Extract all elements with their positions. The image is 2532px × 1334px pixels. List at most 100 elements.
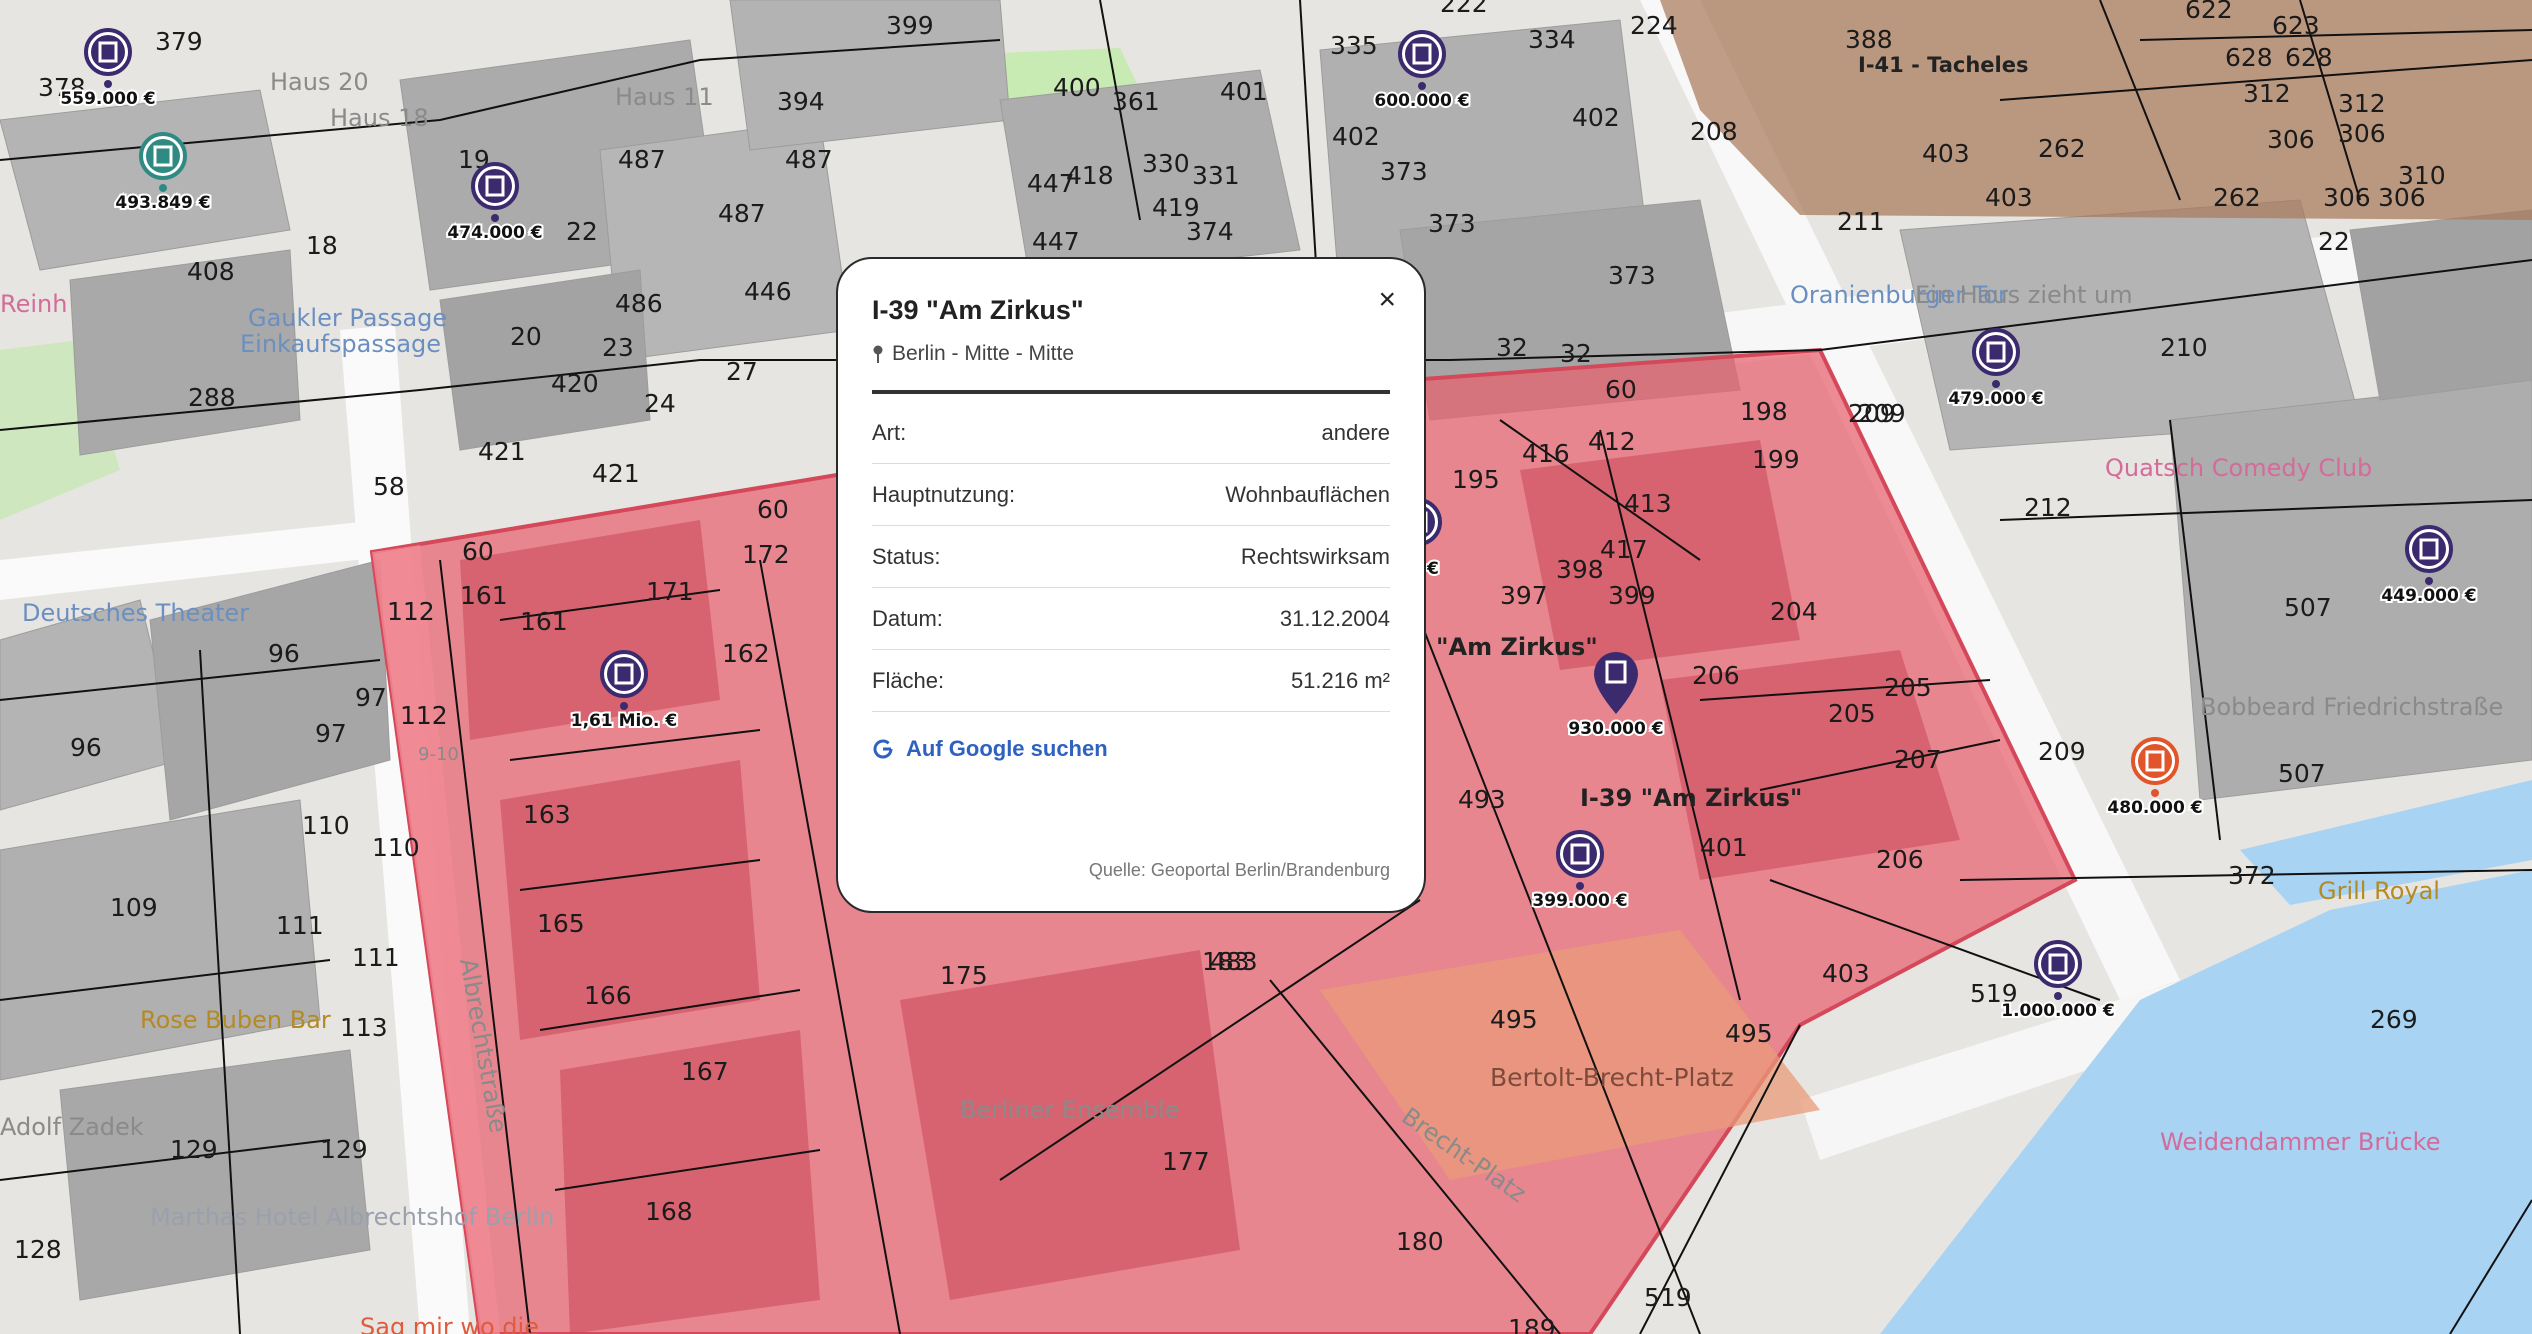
parcel-number: 361 — [1112, 87, 1160, 116]
parcel-number: 372 — [2228, 861, 2276, 890]
row-label: Fläche: — [872, 667, 945, 693]
parcel-number: 623 — [2272, 11, 2320, 40]
price-label: 559.000 € — [60, 89, 155, 109]
parcel-number: 205 — [1884, 673, 1932, 702]
parcel-number: 20 — [510, 322, 542, 351]
parcel-number: 171 — [646, 577, 694, 606]
parcel-number: 398 — [1556, 555, 1604, 584]
row-label: Art: — [872, 419, 907, 445]
poi-label: Deutsches Theater — [22, 599, 249, 627]
price-label: 600.000 € — [1374, 91, 1469, 111]
parcel-number: 420 — [551, 369, 599, 398]
parcel-number: 129 — [320, 1135, 368, 1164]
parcel-number: 23 — [602, 333, 634, 362]
poi-label: Grill Royal — [2318, 877, 2440, 905]
poi-label: Reinh — [0, 290, 67, 318]
info-popup: × I-39 "Am Zirkus" Berlin - Mitte - Mitt… — [836, 257, 1426, 913]
parcel-number: 330 — [1142, 149, 1190, 178]
google-search-link[interactable]: Auf Google suchen — [872, 736, 1390, 762]
popup-row-hauptnutzung: Hauptnutzung: Wohnbauflächen — [872, 464, 1390, 526]
parcel-number: 401 — [1220, 77, 1268, 106]
popup-row-status: Status: Rechtswirksam — [872, 526, 1390, 588]
parcel-number: 402 — [1572, 103, 1620, 132]
parcel-number: 403 — [1985, 183, 2033, 212]
row-value: Rechtswirksam — [1240, 543, 1390, 569]
parcel-number: 167 — [681, 1057, 729, 1086]
parcel-number: 421 — [592, 459, 640, 488]
parcel-number: 487 — [785, 145, 833, 174]
parcel-number: 416 — [1522, 439, 1570, 468]
parcel-number: 373 — [1428, 209, 1476, 238]
parcel-number: 379 — [155, 27, 203, 56]
parcel-number: 172 — [742, 540, 790, 569]
popup-location-text: Berlin - Mitte - Mitte — [892, 342, 1075, 365]
parcel-number: 111 — [276, 911, 324, 940]
street-label: Haus 18 — [330, 104, 429, 132]
parcel-number: 24 — [644, 389, 676, 418]
parcel-number: 224 — [1630, 11, 1678, 40]
google-search-label: Auf Google suchen — [906, 736, 1108, 761]
parcel-number: 262 — [2213, 183, 2261, 212]
popup-row-flaeche: Fläche: 51.216 m² — [872, 650, 1390, 712]
parcel-number: 312 — [2243, 79, 2291, 108]
parcel-number: 519 — [1644, 1283, 1692, 1312]
poi-label: Quatsch Comedy Club — [2105, 454, 2372, 482]
price-label: 493.849 € — [115, 193, 210, 213]
parcel-number: 206 — [1876, 845, 1924, 874]
parcel-number: 60 — [462, 537, 494, 566]
parcel-number: 22 — [566, 217, 598, 246]
price-label: 930.000 € — [1568, 719, 1663, 739]
price-label: 449.000 € — [2381, 586, 2476, 606]
parcel-number: 198 — [1740, 397, 1788, 426]
parcel-number: 269 — [2370, 1005, 2418, 1034]
parcel-number: 162 — [722, 639, 770, 668]
parcel-number: 413 — [1624, 489, 1672, 518]
parcel-number: 418 — [1066, 161, 1114, 190]
parcel-number: 60 — [1605, 375, 1637, 404]
popup-divider — [872, 390, 1390, 394]
parcel-number: 165 — [537, 909, 585, 938]
parcel-number: 487 — [718, 199, 766, 228]
parcel-number: 402 — [1332, 122, 1380, 151]
map-pin-icon — [873, 345, 883, 363]
parcel-number: 168 — [645, 1197, 693, 1226]
plan-label-am-zirkus: I-39 "Am Zirkus" — [1580, 784, 1802, 812]
poi-label: Adolf Zadek — [0, 1113, 144, 1141]
parcel-number: 335 — [1330, 31, 1378, 60]
price-label: 474.000 € — [447, 223, 542, 243]
poi-label: Sag mir wo die — [360, 1313, 539, 1334]
row-label: Status: — [872, 543, 941, 569]
street-label: Einkaufspassage — [240, 330, 441, 358]
parcel-number: 374 — [1186, 217, 1234, 246]
parcel-number: 388 — [1845, 25, 1893, 54]
parcel-number: 417 — [1600, 535, 1648, 564]
poi-label: Berliner Ensemble — [960, 1096, 1180, 1124]
parcel-number: 129 — [170, 1135, 218, 1164]
parcel-number: 446 — [744, 277, 792, 306]
close-button[interactable]: × — [1378, 285, 1396, 315]
parcel-number: 32 — [1560, 339, 1592, 368]
google-icon — [873, 739, 893, 759]
price-label: 1.000.000 € — [2001, 1001, 2114, 1021]
parcel-number: 310 — [2398, 161, 2446, 190]
price-label: 399.000 € — [1532, 891, 1627, 911]
parcel-number: 32 — [1496, 333, 1528, 362]
plan-label-am-zirkus-2: "Am Zirkus" — [1436, 633, 1598, 661]
parcel-number: 22 — [2318, 227, 2350, 256]
parcel-number: 212 — [2024, 493, 2072, 522]
parcel-number: 401 — [1700, 833, 1748, 862]
parcel-number: 60 — [757, 495, 789, 524]
parcel-number: 96 — [268, 639, 300, 668]
parcel-number: 495 — [1490, 1005, 1538, 1034]
parcel-number: 222 — [1440, 0, 1488, 18]
parcel-number: 209 — [1858, 399, 1906, 428]
price-label: 1,61 Mio. € — [571, 711, 678, 731]
parcel-number: 334 — [1528, 25, 1576, 54]
parcel-number: 208 — [1690, 117, 1738, 146]
parcel-number: 288 — [188, 383, 236, 412]
popup-title: I-39 "Am Zirkus" — [872, 295, 1084, 325]
street-label: Haus 20 — [270, 68, 369, 96]
parcel-number: 189 — [1508, 1314, 1556, 1334]
parcel-number: 447 — [1032, 227, 1080, 256]
parcel-number: 18 — [306, 231, 338, 260]
